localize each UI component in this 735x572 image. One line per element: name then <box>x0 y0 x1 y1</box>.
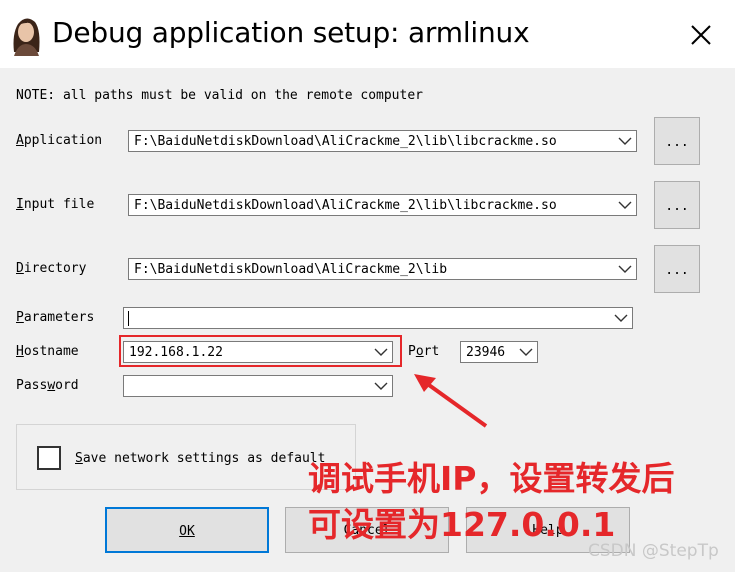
hostname-label: Hostname <box>16 344 79 359</box>
chevron-down-icon[interactable] <box>614 312 628 324</box>
directory-label: Directory <box>16 261 87 276</box>
input-file-combo[interactable]: F:\BaiduNetdiskDownload\AliCrackme_2\lib… <box>128 194 637 216</box>
save-settings-checkbox[interactable] <box>37 446 61 470</box>
input-file-value: F:\BaiduNetdiskDownload\AliCrackme_2\lib… <box>134 198 557 213</box>
port-combo[interactable]: 23946 <box>460 341 538 363</box>
application-value: F:\BaiduNetdiskDownload\AliCrackme_2\lib… <box>134 134 557 149</box>
password-combo[interactable] <box>123 375 393 397</box>
application-browse-button[interactable]: ... <box>654 117 700 165</box>
annotation-arrow-icon <box>414 374 488 428</box>
directory-value: F:\BaiduNetdiskDownload\AliCrackme_2\lib <box>134 262 448 277</box>
directory-browse-button[interactable]: ... <box>654 245 700 293</box>
input-file-browse-button[interactable]: ... <box>654 181 700 229</box>
port-value: 23946 <box>466 345 506 360</box>
chevron-down-icon[interactable] <box>618 263 632 275</box>
directory-combo[interactable]: F:\BaiduNetdiskDownload\AliCrackme_2\lib <box>128 258 637 280</box>
chevron-down-icon[interactable] <box>374 380 388 392</box>
chevron-down-icon[interactable] <box>618 135 632 147</box>
hostname-highlight-box <box>119 335 402 367</box>
portrait-icon <box>13 18 40 56</box>
chevron-down-icon[interactable] <box>618 199 632 211</box>
password-label: Password <box>16 378 79 393</box>
annotation-line-1: 调试手机IP，设置转发后 <box>308 459 675 498</box>
ok-button[interactable]: OK <box>105 507 269 553</box>
parameters-combo[interactable] <box>123 307 633 329</box>
window-title: Debug application setup: armlinux <box>52 16 530 49</box>
close-icon[interactable] <box>683 17 719 53</box>
annotation-line-2: 可设置为127.0.0.1 <box>308 505 616 544</box>
text-caret <box>128 311 129 326</box>
input-file-label: Input file <box>16 197 95 212</box>
parameters-label: Parameters <box>16 310 95 325</box>
port-label: Port <box>408 344 440 359</box>
chevron-down-icon[interactable] <box>519 346 533 358</box>
title-bar: Debug application setup: armlinux <box>0 0 735 68</box>
save-settings-label[interactable]: Save network settings as default <box>75 451 325 466</box>
watermark: CSDN @StepTp <box>588 541 719 561</box>
application-combo[interactable]: F:\BaiduNetdiskDownload\AliCrackme_2\lib… <box>128 130 637 152</box>
application-label: Application <box>16 133 103 148</box>
note-text: NOTE: all paths must be valid on the rem… <box>16 88 423 103</box>
